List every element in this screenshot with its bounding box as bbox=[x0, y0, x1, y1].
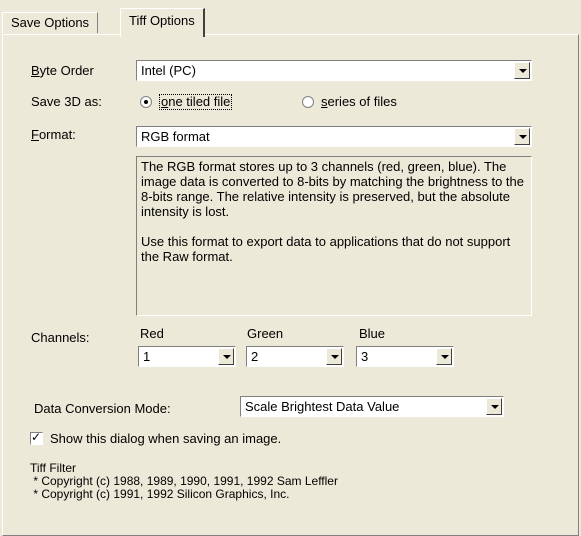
format-dropdown-button[interactable] bbox=[514, 128, 530, 145]
radio-one-tiled-file[interactable] bbox=[140, 96, 152, 108]
channel-red-label: Red bbox=[140, 326, 164, 341]
show-dialog-label[interactable]: Show this dialog when saving an image. bbox=[50, 431, 281, 446]
format-description-paragraph: Use this format to export data to applic… bbox=[141, 234, 511, 264]
data-conversion-value: Scale Brightest Data Value bbox=[245, 399, 400, 414]
byte-order-label: Byte Order bbox=[31, 63, 94, 78]
tab-tiff-options[interactable]: Tiff Options bbox=[120, 8, 205, 37]
channels-label: Channels: bbox=[31, 330, 90, 345]
channel-green-dropdown-button[interactable] bbox=[326, 348, 342, 365]
format-label: Format: bbox=[31, 127, 76, 142]
channel-blue-value: 3 bbox=[361, 349, 369, 364]
data-conversion-label: Data Conversion Mode: bbox=[34, 401, 171, 416]
channel-red-value: 1 bbox=[143, 349, 151, 364]
byte-order-select[interactable]: Intel (PC) bbox=[136, 60, 532, 81]
data-conversion-dropdown-button[interactable] bbox=[486, 398, 502, 415]
format-description: The RGB format stores up to 3 channels (… bbox=[136, 156, 532, 316]
format-value: RGB format bbox=[141, 129, 210, 144]
channel-blue-dropdown-button[interactable] bbox=[436, 348, 452, 365]
data-conversion-select[interactable]: Scale Brightest Data Value bbox=[240, 396, 504, 417]
chevron-down-icon bbox=[223, 355, 231, 359]
format-description-paragraph: The RGB format stores up to 3 channels (… bbox=[141, 159, 524, 219]
channel-red-select[interactable]: 1 bbox=[138, 346, 236, 367]
tiff-filter-info: Tiff Filter * Copyright (c) 1988, 1989, … bbox=[30, 462, 338, 501]
channel-green-select[interactable]: 2 bbox=[246, 346, 344, 367]
save-3d-label: Save 3D as: bbox=[31, 94, 102, 109]
channel-green-value: 2 bbox=[251, 349, 259, 364]
show-dialog-checkbox[interactable]: ✓ bbox=[30, 430, 43, 445]
tab-save-options[interactable]: Save Options bbox=[2, 12, 99, 33]
chevron-down-icon bbox=[441, 355, 449, 359]
byte-order-value: Intel (PC) bbox=[141, 63, 196, 78]
chevron-down-icon bbox=[519, 135, 527, 139]
chevron-down-icon bbox=[491, 405, 499, 409]
format-select[interactable]: RGB format bbox=[136, 126, 532, 147]
channel-blue-label: Blue bbox=[359, 326, 386, 341]
checkmark-icon: ✓ bbox=[31, 430, 42, 444]
radio-series-of-files-label[interactable]: series of files bbox=[321, 94, 397, 109]
channel-red-dropdown-button[interactable] bbox=[218, 348, 234, 365]
chevron-down-icon bbox=[519, 69, 527, 73]
radio-one-tiled-file-label[interactable]: one tiled file bbox=[159, 94, 233, 110]
tab-strip: Save Options Tiff Options bbox=[0, 0, 581, 37]
radio-selected-dot-icon bbox=[144, 100, 148, 104]
radio-series-of-files[interactable] bbox=[302, 96, 314, 108]
channel-blue-select[interactable]: 3 bbox=[356, 346, 454, 367]
byte-order-dropdown-button[interactable] bbox=[514, 62, 530, 79]
channel-green-label: Green bbox=[247, 326, 284, 341]
chevron-down-icon bbox=[331, 355, 339, 359]
copyright-line: * Copyright (c) 1991, 1992 Silicon Graph… bbox=[30, 487, 290, 501]
